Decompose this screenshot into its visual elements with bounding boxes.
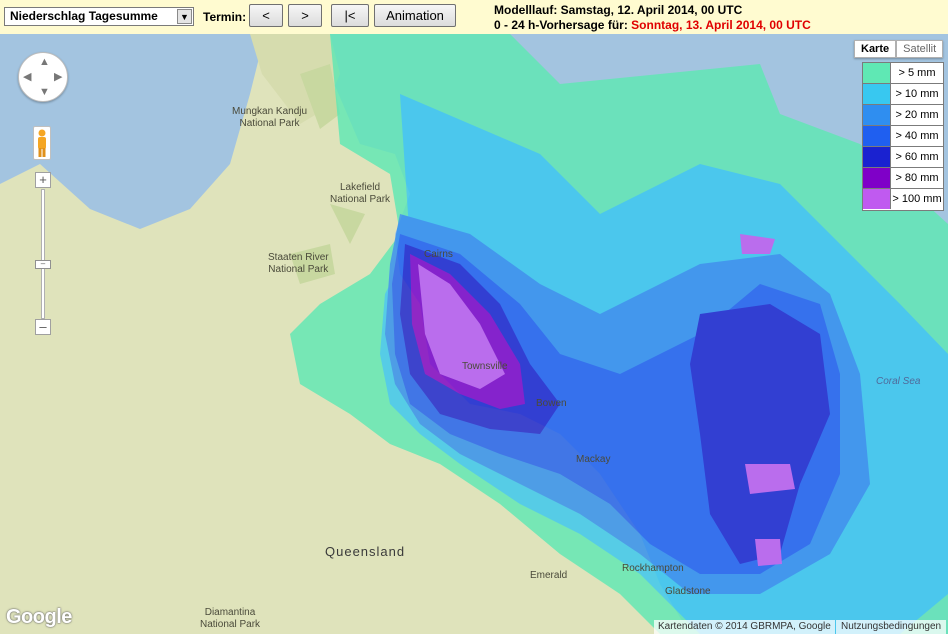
sea-label-coral-sea: Coral Sea — [876, 376, 921, 387]
legend-row: > 40 mm — [863, 126, 943, 147]
place-lakefield: Lakefield National Park — [330, 182, 390, 206]
place-mackay: Mackay — [576, 454, 611, 465]
place-diamantina: Diamantina National Park — [200, 607, 260, 631]
place-label: Staaten River National Park — [268, 252, 329, 275]
place-emerald: Emerald — [530, 570, 568, 581]
animation-button[interactable]: Animation — [374, 4, 456, 27]
legend-row: > 10 mm — [863, 84, 943, 105]
pegman-icon[interactable] — [33, 126, 51, 160]
legend-swatch — [863, 168, 891, 188]
map-attribution: Kartendaten © 2014 GBRMPA, Google — [654, 620, 835, 634]
legend-swatch — [863, 147, 891, 167]
map-type-satellit[interactable]: Satellit — [896, 40, 944, 58]
product-select[interactable]: Niederschlag Tagesumme ▼ — [4, 7, 194, 26]
legend-label: > 40 mm — [895, 130, 939, 142]
zoom-slider-handle[interactable]: – — [35, 260, 51, 269]
legend-swatch — [863, 189, 891, 209]
place-label: Diamantina National Park — [200, 607, 261, 630]
zoom-plus-icon[interactable]: + — [35, 172, 51, 188]
dropdown-arrow-icon[interactable]: ▼ — [177, 9, 192, 24]
first-button[interactable]: |< — [331, 4, 369, 27]
pan-left-icon[interactable]: ◀ — [23, 72, 31, 83]
product-select-value: Niederschlag Tagesumme — [10, 9, 158, 23]
legend-label: > 100 mm — [892, 193, 942, 205]
legend-row: > 20 mm — [863, 105, 943, 126]
precip-legend: > 5 mm > 10 mm > 20 mm > 40 mm > 60 mm > 80 m… — [862, 62, 944, 211]
map-type-control: Karte Satellit — [854, 40, 944, 58]
zoom-minus-icon[interactable]: – — [35, 319, 51, 335]
model-run-text: Modelllauf: Samstag, 12. April 2014, 00 … — [494, 3, 743, 17]
place-bowen: Bowen — [536, 398, 567, 409]
map-type-karte[interactable]: Karte — [854, 40, 897, 58]
place-cairns: Cairns — [424, 249, 453, 260]
place-rockhampton: Rockhampton — [622, 563, 684, 574]
place-staaten-river: Staaten River National Park — [268, 252, 329, 276]
legend-row: > 100 mm — [863, 189, 943, 210]
legend-label: > 5 mm — [898, 67, 936, 79]
region-label-queensland: Queensland — [325, 544, 406, 559]
legend-label: > 10 mm — [895, 88, 939, 100]
forecast-date: Sonntag, 13. April 2014, 00 UTC — [631, 18, 811, 32]
forecast-prefix: 0 - 24 h-Vorhersage für: — [494, 18, 632, 32]
legend-row: > 60 mm — [863, 147, 943, 168]
terms-link[interactable]: Nutzungsbedingungen — [836, 620, 947, 634]
pan-up-icon[interactable]: ▲ — [39, 57, 50, 68]
place-gladstone: Gladstone — [665, 586, 711, 597]
map[interactable]: Mungkan Kandju National Park Lakefield N… — [0, 34, 948, 634]
legend-swatch — [863, 126, 891, 146]
next-button[interactable]: > — [288, 4, 322, 27]
place-label: Lakefield National Park — [330, 182, 391, 205]
legend-swatch — [863, 84, 891, 104]
termin-label: Termin: — [203, 10, 247, 24]
pan-control[interactable]: ▲ ▼ ◀ ▶ — [18, 52, 68, 102]
place-mungkan-kandju: Mungkan Kandju National Park — [232, 106, 307, 130]
legend-label: > 80 mm — [895, 172, 939, 184]
place-label: Mungkan Kandju National Park — [232, 106, 308, 129]
pan-right-icon[interactable]: ▶ — [54, 72, 62, 83]
pan-down-icon[interactable]: ▼ — [39, 87, 50, 98]
map-canvas[interactable] — [0, 34, 948, 634]
legend-swatch — [863, 105, 891, 125]
previous-button[interactable]: < — [249, 4, 283, 27]
legend-label: > 20 mm — [895, 109, 939, 121]
legend-row: > 5 mm — [863, 63, 943, 84]
place-townsville: Townsville — [462, 361, 508, 372]
pegman-figure — [38, 129, 46, 157]
legend-swatch — [863, 63, 891, 83]
forecast-text: 0 - 24 h-Vorhersage für: Sonntag, 13. Ap… — [494, 18, 811, 32]
legend-row: > 80 mm — [863, 168, 943, 189]
legend-label: > 60 mm — [895, 151, 939, 163]
google-logo: Google — [6, 606, 72, 628]
toolbar: Niederschlag Tagesumme ▼ Termin: < > |< … — [0, 0, 948, 34]
zoom-slider-track[interactable] — [41, 189, 45, 319]
